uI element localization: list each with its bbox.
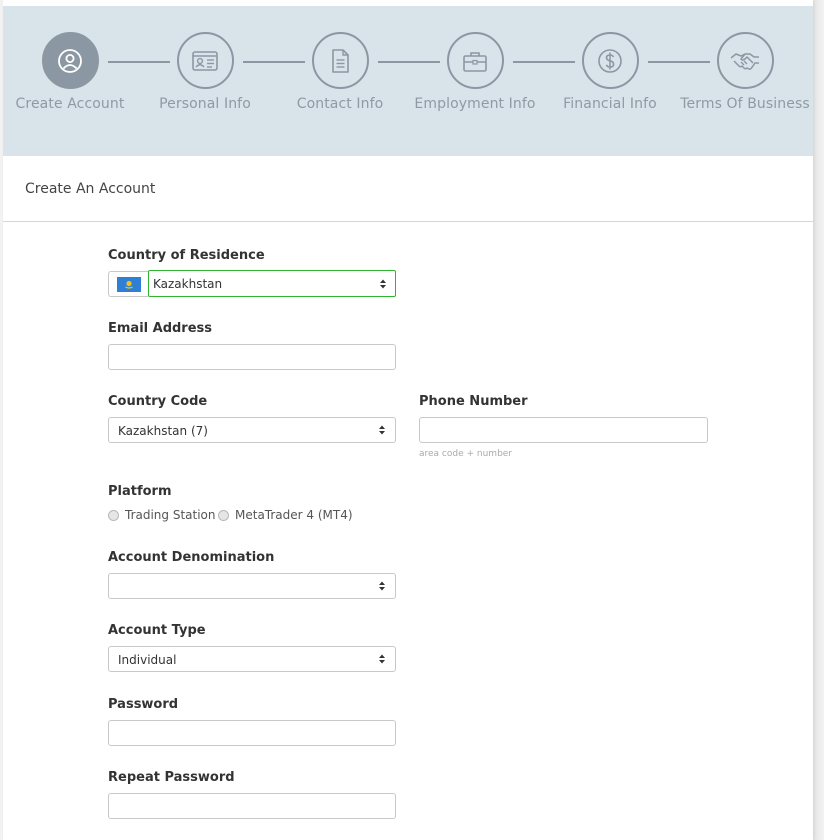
step-circle (41, 32, 99, 89)
account-denomination-label: Account Denomination (108, 550, 275, 565)
step-financial-info[interactable]: Financial Info (540, 32, 680, 113)
country-code-value: Kazakhstan (7) (118, 424, 208, 438)
phone-number-field[interactable] (419, 417, 708, 443)
repeat-password-label: Repeat Password (108, 770, 235, 785)
select-arrows-icon (379, 425, 385, 435)
step-employment-info[interactable]: Employment Info (405, 32, 545, 113)
email-address-label: Email Address (108, 321, 213, 336)
step-label: Employment Info (414, 96, 536, 112)
country-flag (108, 271, 148, 297)
step-circle (581, 32, 639, 89)
page-edge-shadow (813, 0, 824, 840)
step-label: Contact Info (296, 96, 384, 112)
section-title: Create An Account (25, 181, 156, 197)
dollar-icon (598, 48, 622, 73)
step-terms-of-business[interactable]: Terms Of Business (675, 32, 815, 113)
handshake-icon (730, 52, 759, 70)
document-icon (332, 48, 349, 73)
country-code-select[interactable]: Kazakhstan (7) (108, 417, 396, 443)
select-arrows-icon (379, 654, 385, 664)
registration-page: Create Account Personal Info Contact Inf… (3, 0, 813, 840)
account-denomination-select[interactable] (108, 573, 396, 599)
step-label: Personal Info (159, 96, 251, 112)
account-type-value: Individual (118, 653, 177, 667)
step-create-account[interactable]: Create Account (0, 32, 140, 113)
step-contact-info[interactable]: Contact Info (270, 32, 410, 113)
account-type-label: Account Type (108, 623, 206, 638)
platform-radio-trading-station[interactable] (108, 510, 119, 521)
country-of-residence-value: Kazakhstan (153, 277, 223, 291)
briefcase-icon (463, 51, 487, 72)
platform-option-label: Trading Station (125, 508, 216, 522)
step-circle (446, 32, 504, 89)
email-field[interactable] (108, 344, 396, 370)
section-divider (3, 221, 813, 222)
id-card-icon (192, 50, 218, 71)
account-type-select[interactable]: Individual (108, 646, 396, 672)
step-label: Financial Info (563, 96, 657, 112)
select-arrows-icon (379, 581, 385, 591)
phone-hint: area code + number (419, 449, 513, 459)
step-circle (176, 32, 234, 89)
step-circle (716, 32, 774, 89)
password-label: Password (108, 697, 179, 712)
step-personal-info[interactable]: Personal Info (135, 32, 275, 113)
country-of-residence-select[interactable]: Kazakhstan (148, 270, 396, 297)
platform-option-label: MetaTrader 4 (MT4) (235, 508, 353, 522)
platform-label: Platform (108, 484, 172, 499)
phone-number-label: Phone Number (419, 394, 528, 409)
repeat-password-field[interactable] (108, 793, 396, 819)
country-of-residence-label: Country of Residence (108, 248, 265, 263)
platform-radio-mt4[interactable] (218, 510, 229, 521)
kazakhstan-flag-icon (116, 276, 141, 292)
step-label: Terms Of Business (680, 96, 810, 112)
step-label: Create Account (15, 96, 125, 112)
user-circle-icon (58, 48, 82, 73)
select-arrows-icon (380, 279, 386, 289)
step-circle (311, 32, 369, 89)
password-field[interactable] (108, 720, 396, 746)
progress-stepper: Create Account Personal Info Contact Inf… (3, 6, 813, 156)
country-code-label: Country Code (108, 394, 208, 409)
